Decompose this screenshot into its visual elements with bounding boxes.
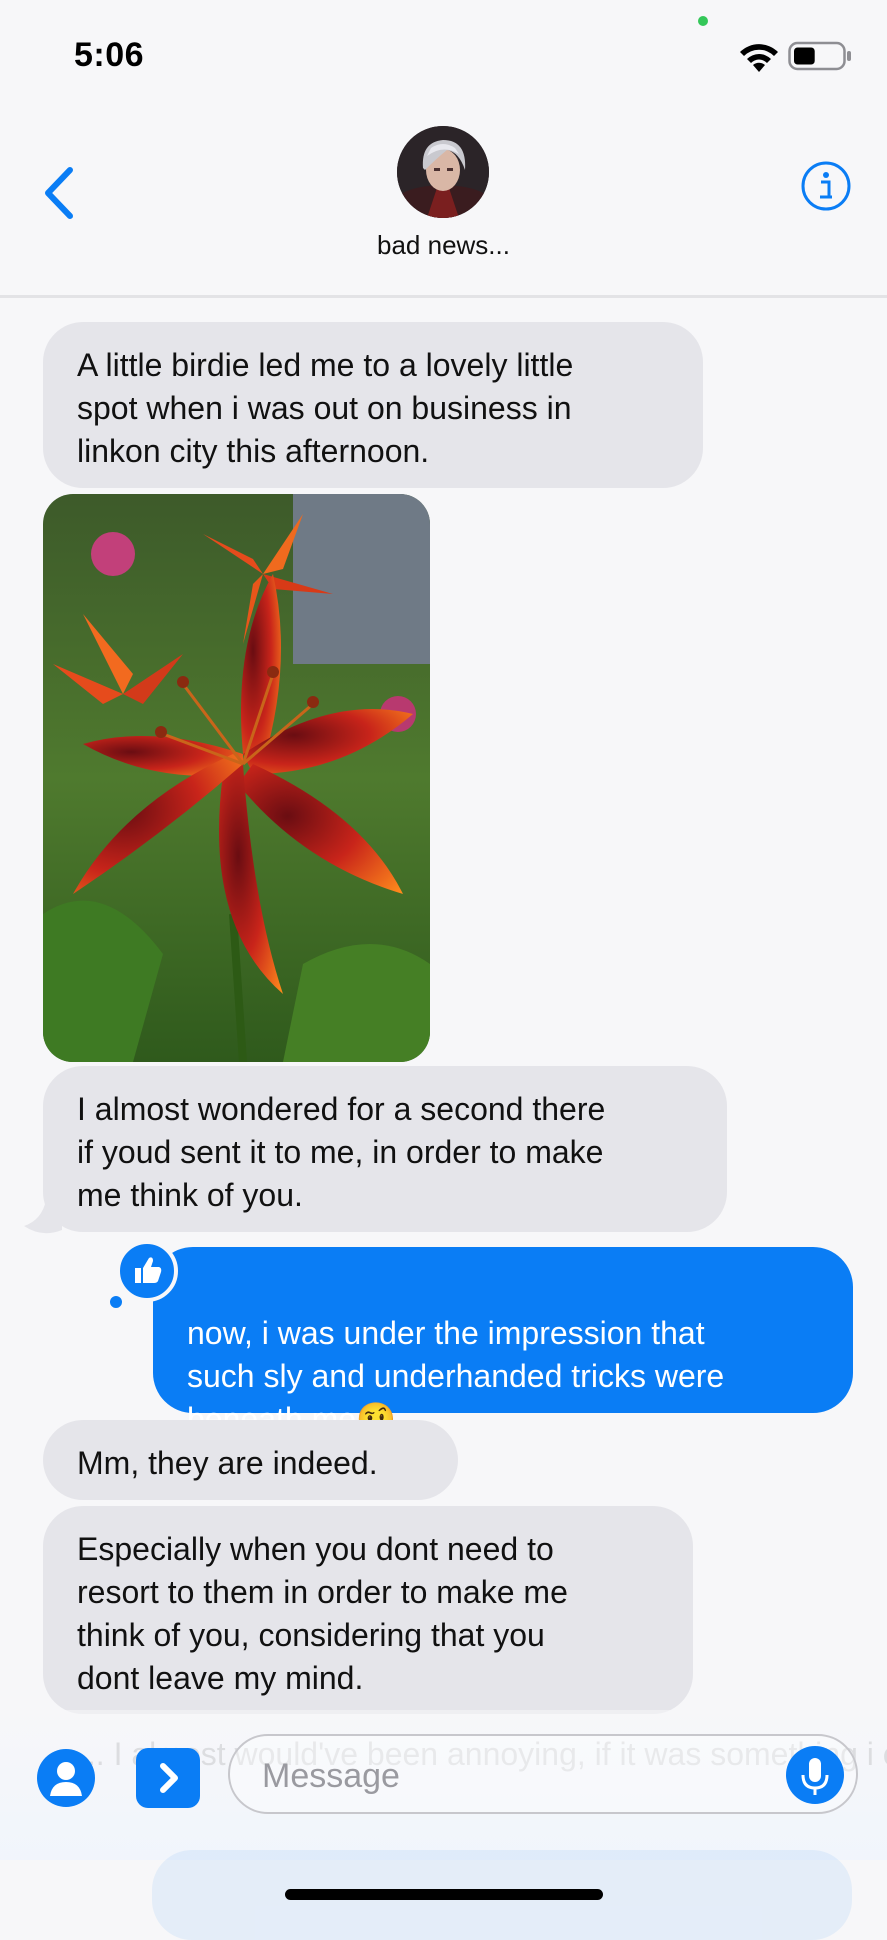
contact-avatar[interactable] — [397, 126, 489, 218]
app-store-icon[interactable] — [36, 1748, 96, 1808]
flower-photo-attachment[interactable] — [43, 494, 430, 1062]
message-input[interactable] — [260, 1748, 764, 1804]
incoming-message-bubble[interactable]: A little birdie led me to a lovely littl… — [43, 322, 703, 488]
outgoing-message-bubble[interactable]: now, i was under the impression that suc… — [153, 1247, 853, 1437]
chevron-left-icon[interactable] — [38, 162, 82, 224]
incoming-message-bubble[interactable]: Especially when you dont need to resort … — [43, 1506, 693, 1714]
incoming-message-bubble[interactable]: Mm, they are indeed. — [43, 1420, 458, 1500]
thumbs-up-reaction[interactable] — [116, 1240, 178, 1302]
conversation-header: bad news... — [0, 110, 887, 298]
avatar-portrait-image — [397, 126, 489, 218]
camera-in-use-indicator — [698, 16, 708, 26]
incoming-message-bubble[interactable]: I almost wondered for a second there if … — [43, 1066, 727, 1232]
chevron-right-icon — [160, 1763, 178, 1793]
contact-name[interactable]: bad news... — [0, 230, 887, 261]
info-circle-icon[interactable] — [800, 160, 852, 212]
home-indicator[interactable] — [285, 1889, 603, 1900]
status-time: 5:06 — [74, 36, 145, 74]
dictation-button[interactable] — [786, 1746, 844, 1804]
status-bar: 5:06 — [0, 0, 887, 110]
microphone-icon — [801, 1758, 829, 1795]
wifi-icon — [740, 44, 778, 72]
expand-apps-button[interactable] — [136, 1748, 200, 1808]
reaction-tail-dot — [108, 1294, 124, 1310]
battery-icon — [788, 41, 851, 71]
lily-photo-image — [43, 494, 430, 1062]
message-input-field[interactable] — [228, 1734, 858, 1814]
thumbs-up-icon — [135, 1257, 162, 1283]
outgoing-message-text: now, i was under the impression that suc… — [187, 1315, 725, 1437]
